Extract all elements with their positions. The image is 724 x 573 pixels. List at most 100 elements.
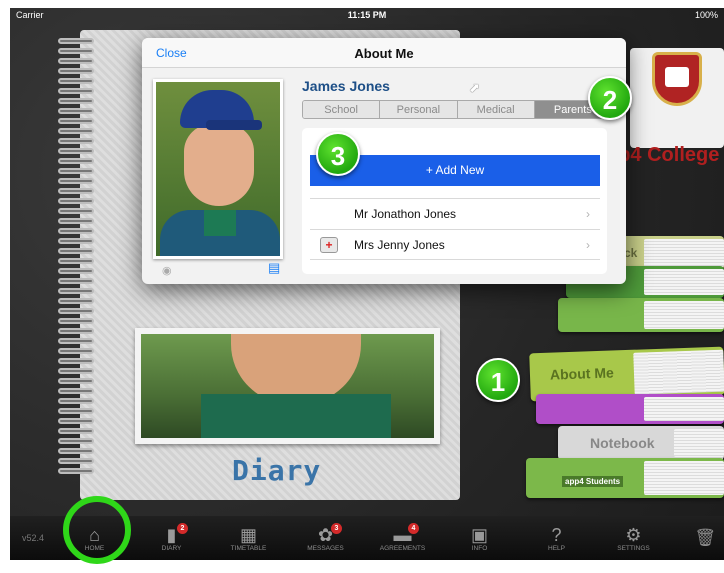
spiral-coil (58, 468, 94, 474)
notebook-photo (135, 328, 440, 444)
spiral-coil (58, 88, 94, 94)
spiral-coil (58, 438, 94, 444)
contact-name: Mr Jonathon Jones (354, 207, 457, 221)
spiral-coil (58, 248, 94, 254)
book-students[interactable]: app4 Students (526, 458, 724, 498)
spiral-coil (58, 318, 94, 324)
tab-label: AGREEMENTS (379, 544, 426, 552)
tab-timetable[interactable]: ▦ TIMETABLE (210, 525, 287, 552)
tab-label: SETTINGS (617, 544, 650, 552)
spiral-coil (58, 78, 94, 84)
tab-messages[interactable]: ✿ 3 MESSAGES (287, 522, 364, 552)
spiral-coil (58, 458, 94, 464)
spiral-coil (58, 68, 94, 74)
tab-medical[interactable]: Medical (457, 101, 535, 118)
contact-row[interactable]: Mr Jonathon Jones › (310, 198, 600, 229)
callout-1: 1 (476, 358, 520, 402)
spiral-coil (58, 338, 94, 344)
spiral-coil (58, 388, 94, 394)
spiral-coil (58, 348, 94, 354)
spiral-coil (58, 178, 94, 184)
ipad-screen: Carrier 11:15 PM 100% Diary op4 College … (10, 8, 724, 560)
spiral-coil (58, 218, 94, 224)
tab-settings[interactable]: ⚙ SETTINGS (595, 525, 672, 552)
spiral-coil (58, 278, 94, 284)
spiral-binding (58, 38, 98, 478)
spiral-coil (58, 148, 94, 154)
spiral-coil (58, 408, 94, 414)
trash-icon[interactable]: 🗑 (694, 528, 716, 548)
diary-badge: 2 (177, 522, 188, 534)
callout-2: 2 (588, 76, 632, 120)
about-me-modal: Close About Me ◉ ▤ James Jones School Pe… (142, 38, 626, 284)
students-book-label: app4 Students (562, 476, 624, 487)
tab-personal[interactable]: Personal (380, 101, 458, 118)
spiral-coil (58, 328, 94, 334)
messages-badge: 3 (331, 522, 342, 534)
spiral-coil (58, 48, 94, 54)
clock: 11:15 PM (347, 10, 387, 20)
tab-label: TIMETABLE (230, 544, 267, 552)
book-purple[interactable] (536, 394, 724, 424)
book-label: ck (624, 246, 638, 260)
spiral-coil (58, 58, 94, 64)
spiral-coil (58, 398, 94, 404)
student-photo[interactable] (153, 79, 283, 259)
tab-school[interactable]: School (303, 101, 381, 118)
spiral-coil (58, 118, 94, 124)
spiral-coil (58, 258, 94, 264)
spiral-coil (58, 38, 94, 44)
spiral-coil (58, 268, 94, 274)
home-highlight-ring (63, 496, 131, 564)
spiral-coil (58, 358, 94, 364)
mouse-pointer-icon: ⬈ (469, 80, 480, 95)
spiral-coil (58, 198, 94, 204)
tab-label: DIARY (161, 544, 182, 552)
calendar-icon: ▦ (239, 524, 257, 545)
tab-label: MESSAGES (307, 544, 344, 552)
help-icon: ? (551, 524, 562, 545)
contact-name: Mrs Jenny Jones (354, 237, 445, 252)
spiral-coil (58, 238, 94, 244)
book-green-2[interactable] (558, 298, 724, 332)
spiral-coil (58, 108, 94, 114)
about-me-book-label: About Me (549, 364, 614, 383)
spiral-coil (58, 98, 94, 104)
spiral-coil (58, 138, 94, 144)
spiral-coil (58, 428, 94, 434)
school-crest-logo (630, 48, 724, 148)
spiral-coil (58, 158, 94, 164)
diary-icon: ▮ (166, 524, 177, 545)
spiral-coil (58, 378, 94, 384)
chevron-right-icon: › (586, 237, 590, 252)
spiral-coil (58, 168, 94, 174)
tab-label: HELP (548, 544, 565, 552)
gear-icon: ⚙ (625, 524, 642, 545)
camera-icon[interactable]: ◉ (162, 264, 172, 277)
spiral-coil (58, 418, 94, 424)
modal-title: About Me (354, 46, 414, 61)
tab-diary[interactable]: ▮ 2 DIARY (133, 522, 210, 552)
book-notebook[interactable]: Notebook (558, 426, 724, 460)
contact-row[interactable]: + Mrs Jenny Jones › (310, 229, 600, 260)
status-bar: Carrier 11:15 PM 100% (10, 8, 724, 22)
medical-kit-icon: + (320, 236, 338, 253)
diary-label: Diary (232, 454, 322, 487)
tab-help[interactable]: ? HELP (518, 525, 595, 552)
agreements-badge: 4 (408, 522, 419, 534)
tab-agreements[interactable]: ▬ 4 AGREEMENTS (364, 522, 441, 552)
tab-info[interactable]: ▣ INFO (441, 525, 518, 552)
spiral-coil (58, 228, 94, 234)
spiral-coil (58, 298, 94, 304)
tab-label: INFO (471, 544, 488, 552)
chevron-right-icon: › (586, 207, 590, 221)
photo-library-icon[interactable]: ▤ (268, 260, 284, 275)
about-me-segmented-control: School Personal Medical Parents (302, 100, 612, 119)
spiral-coil (58, 308, 94, 314)
version-label: v52.4 (21, 533, 45, 543)
info-icon: ▣ (470, 524, 488, 545)
spiral-coil (58, 188, 94, 194)
spiral-coil (58, 448, 94, 454)
spiral-coil (58, 288, 94, 294)
modal-navbar: Close About Me (142, 38, 626, 68)
